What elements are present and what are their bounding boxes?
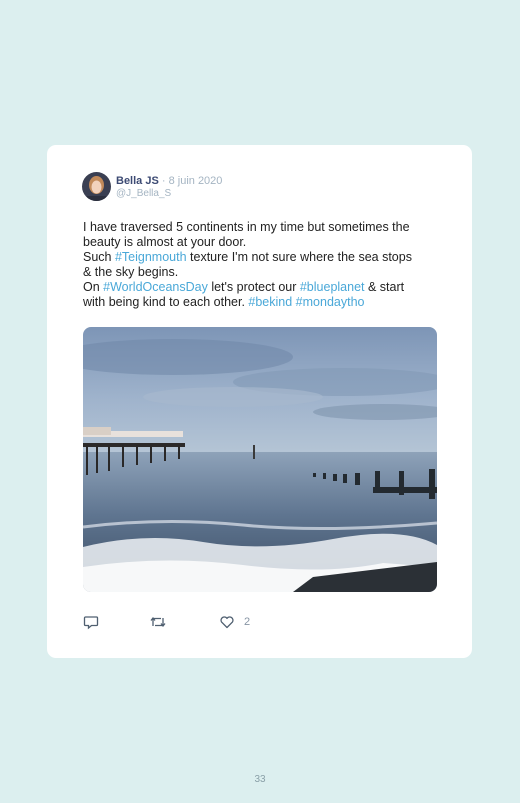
text-segment: On (83, 280, 104, 294)
text-segment: & start (364, 280, 405, 294)
tweet-actions: 2 (83, 614, 437, 630)
text-segment: Such (83, 250, 115, 264)
text-segment: texture I'm not sure where the sea stops (186, 250, 412, 264)
text-line: with being kind to each other. #bekind #… (83, 295, 443, 310)
like-button[interactable]: 2 (219, 614, 250, 630)
like-count: 2 (244, 616, 251, 628)
seascape-image (83, 327, 437, 592)
page-number: 33 (254, 774, 266, 785)
text-line: & the sky begins. (83, 265, 179, 279)
hashtag-link[interactable]: #bekind (248, 295, 292, 309)
hashtag-link[interactable]: #Teignmouth (115, 250, 187, 264)
display-name[interactable]: Bella JS (116, 175, 159, 187)
tweet-date: · 8 juin 2020 (158, 175, 223, 187)
tweet-text: I have traversed 5 continents in my time… (83, 220, 443, 310)
text-line: Such #Teignmouth texture I'm not sure wh… (83, 250, 443, 265)
author-handle[interactable]: @J_Bella_S (116, 188, 171, 199)
retweet-icon (150, 616, 166, 628)
hashtag-link[interactable]: #WorldOceansDay (103, 280, 208, 294)
hashtag-link[interactable]: #blueplanet (300, 280, 365, 294)
avatar[interactable] (82, 172, 111, 201)
text-segment: with being kind to each other. (83, 295, 249, 309)
heart-icon (220, 616, 234, 629)
author-name[interactable]: Bella JS · 8 juin 2020 (116, 175, 222, 187)
text-line: On #WorldOceansDay let's protect our #bl… (83, 280, 443, 295)
hashtag-link[interactable]: #mondaytho (296, 295, 365, 309)
tweet-photo[interactable] (83, 327, 437, 592)
text-line: I have traversed 5 continents in my time… (83, 220, 410, 234)
text-segment: let's protect our (207, 280, 300, 294)
tweet-card: Bella JS · 8 juin 2020 @J_Bella_S I have… (47, 145, 472, 658)
text-line: beauty is almost at your door. (83, 235, 247, 249)
reply-icon (83, 616, 99, 630)
reply-button[interactable] (83, 614, 99, 630)
retweet-button[interactable] (149, 614, 167, 630)
